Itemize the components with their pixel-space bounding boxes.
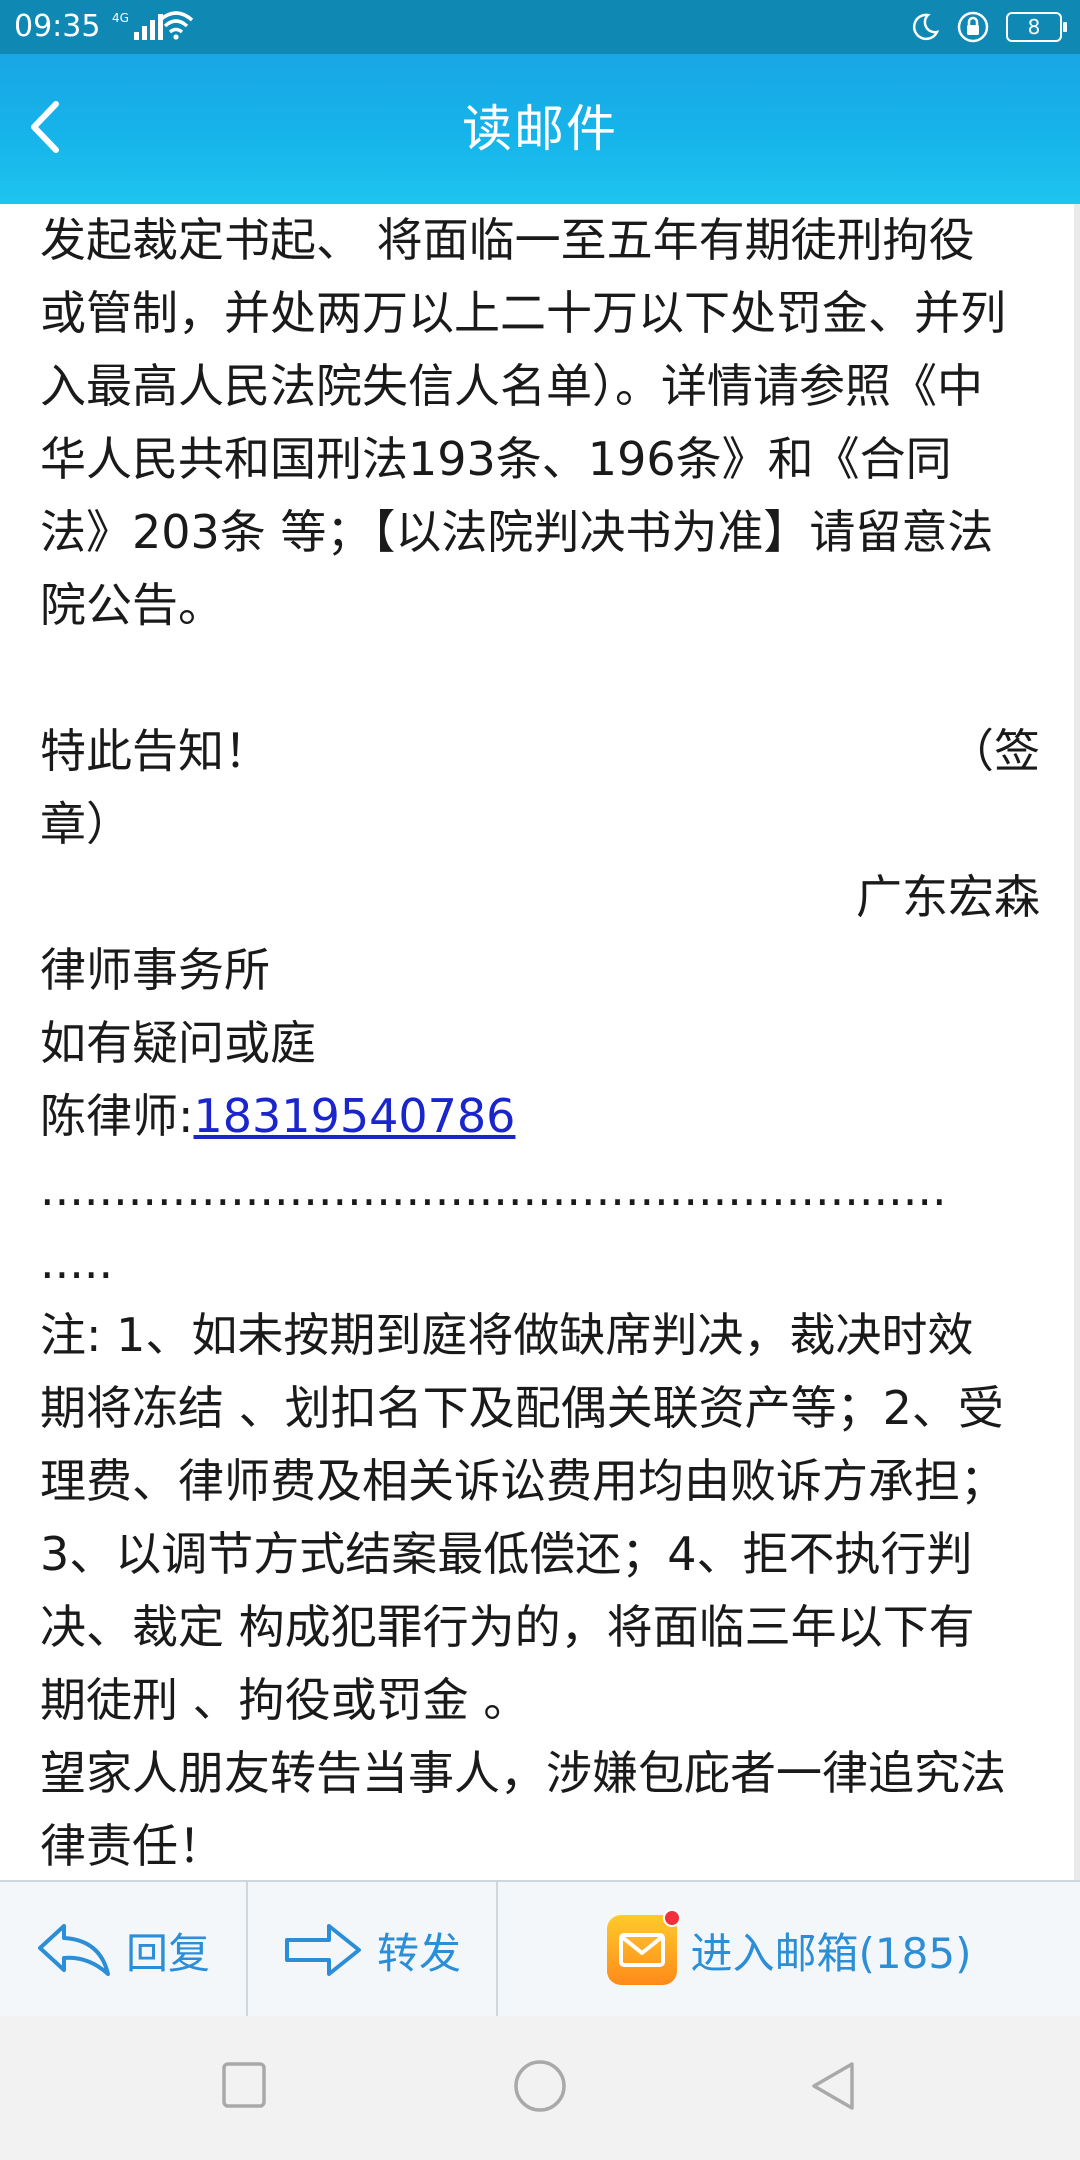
dotted-separator: ........................................… bbox=[40, 1162, 947, 1216]
note-line-4: 3、以调节方式结案最低偿还；4、拒不执行判 bbox=[40, 1527, 973, 1581]
mailbox-icon bbox=[606, 1909, 681, 1985]
inbox-button[interactable]: 进入邮箱(185) bbox=[498, 1882, 1080, 2018]
firm-name-right: 广东宏森 bbox=[856, 870, 1040, 924]
page-title: 读邮件 bbox=[462, 100, 618, 158]
app-header: 读邮件 bbox=[0, 54, 1080, 204]
status-time: 09:35 bbox=[14, 9, 101, 44]
body-line-5: 法》203条 等；【以法院判决书为准】请留意法 bbox=[40, 505, 994, 559]
status-icons: 8 bbox=[910, 8, 1067, 46]
home-icon[interactable] bbox=[512, 2058, 568, 2114]
note-line-8: 律责任！ bbox=[40, 1819, 224, 1873]
inbox-label: 进入邮箱(185) bbox=[690, 1928, 972, 1978]
body-line-3: 入最高人民法院失信人名单）。详情请参照《中 bbox=[40, 359, 983, 413]
battery-indicator: 8 bbox=[1006, 12, 1067, 42]
note-line-2: 期将冻结 、划扣名下及配偶关联资产等；2、受 bbox=[40, 1381, 1004, 1435]
note-line-3: 理费、律师费及相关诉讼费用均由败诉方承担； bbox=[40, 1454, 1006, 1508]
recent-apps-icon[interactable] bbox=[220, 2058, 270, 2114]
mail-body: 发起裁定书起、 将面临一至五年有期徒刑拘役 或管制，并处两万以上二十万以下处罚金… bbox=[40, 204, 1040, 1880]
unread-dot bbox=[662, 1909, 681, 1927]
forward-label: 转发 bbox=[376, 1928, 461, 1978]
body-line-6: 院公告。 bbox=[40, 578, 224, 632]
note-line-7: 望家人朋友转告当事人，涉嫌包庇者一律追究法 bbox=[40, 1746, 1006, 1800]
reply-arrow-icon bbox=[37, 1924, 110, 1976]
system-nav-bar bbox=[0, 2016, 1080, 2160]
note-line-6: 期徒刑 、拘役或罚金 。 bbox=[40, 1673, 530, 1727]
body-line-2: 或管制，并处两万以上二十万以下处罚金、并列 bbox=[40, 286, 1006, 340]
body-line-4: 华人民共和国刑法193条、196条》和《合同 bbox=[40, 432, 952, 486]
dotted-separator-end: ..... bbox=[40, 1235, 114, 1289]
reply-button[interactable]: 回复 bbox=[0, 1882, 246, 2018]
notice-line: 特此告知！ （签 bbox=[40, 715, 1040, 788]
note-line-5: 决、裁定 构成犯罪行为的，将面临三年以下有 bbox=[40, 1600, 975, 1654]
scrollbar[interactable] bbox=[1074, 204, 1080, 1880]
note-line-1: 注: 1、如未按期到庭将做缺席判决，裁决时效 bbox=[40, 1308, 974, 1362]
forward-arrow-icon bbox=[284, 1924, 361, 1976]
forward-button[interactable]: 转发 bbox=[248, 1882, 496, 2018]
back-nav-icon[interactable] bbox=[808, 2058, 858, 2114]
firm-name-line: 律师事务所 bbox=[40, 943, 270, 997]
lock-rotation-icon bbox=[957, 11, 989, 43]
status-bar: 09:35 4G 8 bbox=[0, 0, 1080, 54]
back-button[interactable] bbox=[14, 92, 84, 162]
question-line: 如有疑问或庭 bbox=[40, 1016, 316, 1070]
wifi-icon bbox=[158, 11, 194, 40]
seal-end: 章） bbox=[40, 797, 132, 851]
action-bar: 回复 转发 进入邮箱(185) bbox=[0, 1880, 1080, 2018]
moon-icon bbox=[912, 13, 940, 41]
reply-label: 回复 bbox=[125, 1928, 210, 1978]
seal-text: （签 bbox=[948, 724, 1040, 778]
body-line-1: 发起裁定书起、 将面临一至五年有期徒刑拘役 bbox=[40, 213, 975, 267]
network-type: 4G bbox=[112, 11, 129, 25]
phone-link[interactable]: 18319540786 bbox=[194, 1089, 516, 1143]
lawyer-contact: 陈律师:18319540786 bbox=[40, 1080, 1040, 1153]
lawyer-label: 陈律师: bbox=[40, 1089, 194, 1143]
notice-text: 特此告知！ bbox=[40, 724, 270, 778]
